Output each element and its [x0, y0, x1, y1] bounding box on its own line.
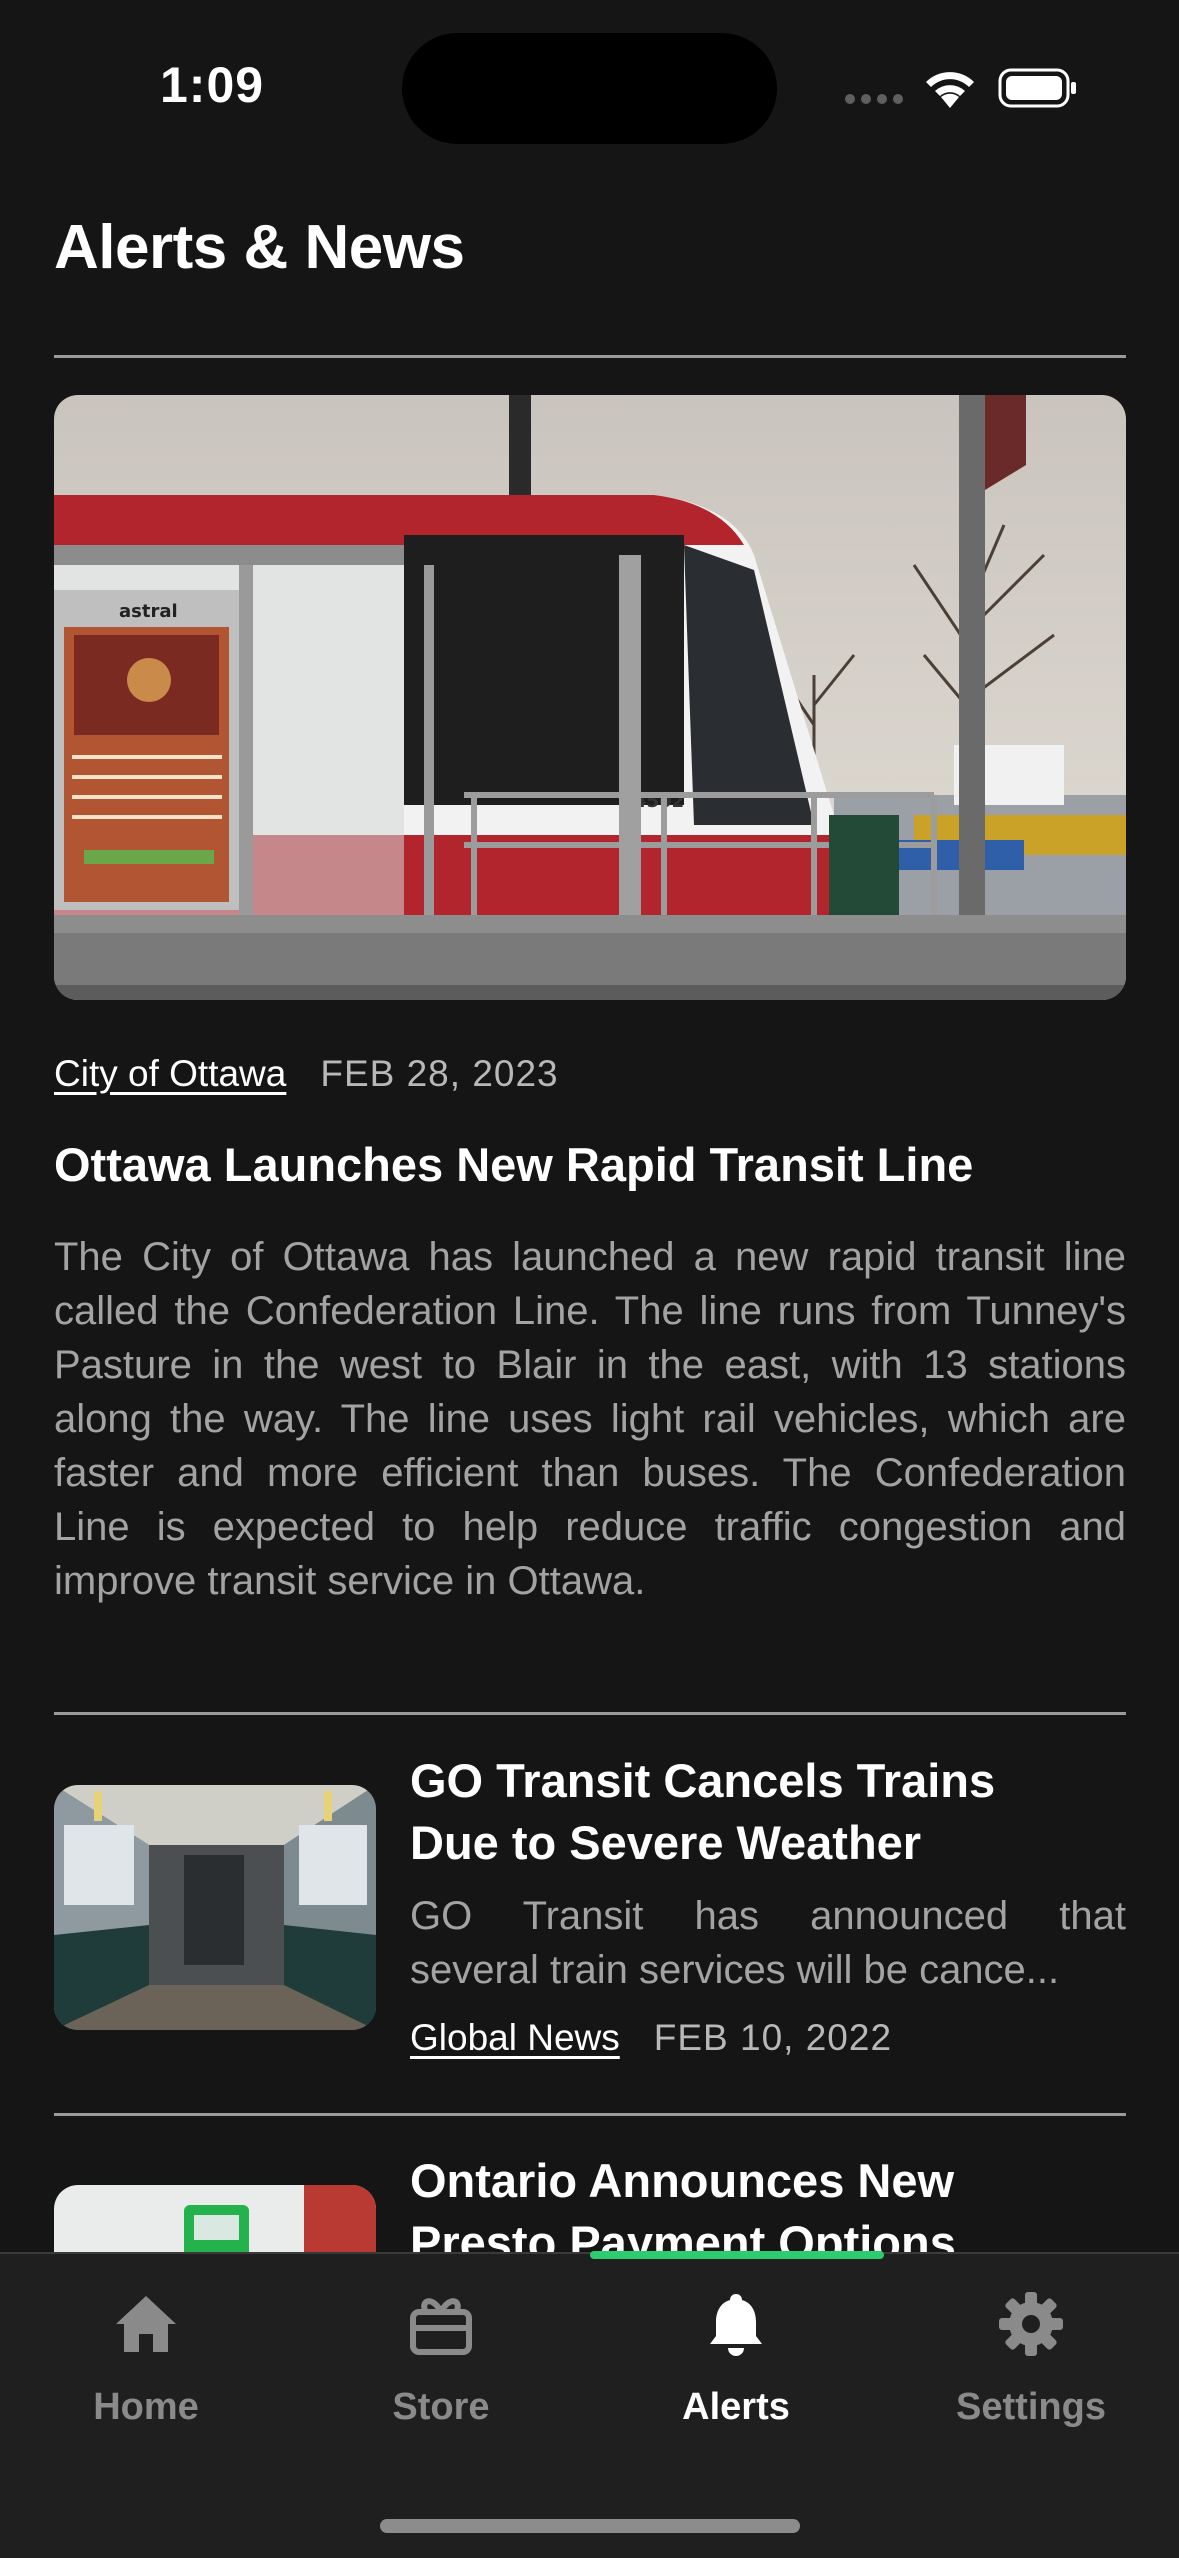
article-title-line: GO Transit Cancels Trains: [410, 1754, 996, 1807]
page-title: Alerts & News: [54, 213, 465, 282]
featured-title[interactable]: Ottawa Launches New Rapid Transit Line: [54, 1135, 973, 1195]
bell-icon: [710, 2294, 762, 2356]
dynamic-island: [402, 33, 777, 144]
article-title-line: Due to Severe Weather: [410, 1816, 922, 1869]
gift-box-icon: [410, 2298, 472, 2355]
article-source-link[interactable]: Global News: [410, 2017, 620, 2058]
tram-photo: 4502 astral: [54, 395, 1126, 1000]
house-icon: [116, 2296, 176, 2352]
article-meta: Global News FEB 10, 2022: [410, 2017, 892, 2059]
divider: [54, 1712, 1126, 1715]
featured-date: FEB 28, 2023: [320, 1053, 559, 1094]
divider: [54, 355, 1126, 358]
featured-meta: City of Ottawa FEB 28, 2023: [54, 1053, 559, 1095]
battery-icon: [998, 68, 1076, 108]
divider: [54, 2113, 1126, 2116]
article-title-line: Ontario Announces New: [410, 2154, 955, 2207]
shelter-sign: astral: [119, 601, 178, 622]
article-snippet-line: several train services will be cance...: [410, 1948, 1060, 1992]
wifi-icon: [926, 72, 974, 108]
article-snippet: GO Transit has announced that several tr…: [410, 1889, 1126, 1997]
featured-body: The City of Ottawa has launched a new ra…: [54, 1235, 1126, 1603]
tab-label: Settings: [956, 2386, 1106, 2428]
status-bar: 1:09: [0, 0, 1179, 180]
active-tab-indicator: [590, 2251, 884, 2259]
tab-home[interactable]: Home: [36, 2290, 256, 2429]
tab-label: Alerts: [682, 2386, 790, 2428]
tab-label: Home: [93, 2386, 199, 2428]
gear-icon: [999, 2292, 1063, 2356]
cellular-signal-icon: [845, 92, 905, 106]
article-snippet-line: GO Transit has announced that: [410, 1894, 1126, 1938]
article-title[interactable]: GO Transit Cancels Trains Due to Severe …: [410, 1750, 1126, 1874]
tab-label: Store: [392, 2386, 490, 2428]
tab-store[interactable]: Store: [331, 2290, 551, 2429]
featured-image[interactable]: 4502 astral: [54, 395, 1126, 1000]
tab-alerts[interactable]: Alerts: [626, 2290, 846, 2429]
home-indicator: [380, 2519, 800, 2533]
train-interior-photo: [54, 1785, 376, 2030]
tab-settings[interactable]: Settings: [921, 2290, 1141, 2429]
status-time: 1:09: [160, 57, 265, 113]
article-date: FEB 10, 2022: [653, 2017, 893, 2058]
article-thumbnail[interactable]: [54, 1785, 376, 2030]
featured-source-link[interactable]: City of Ottawa: [54, 1053, 286, 1094]
